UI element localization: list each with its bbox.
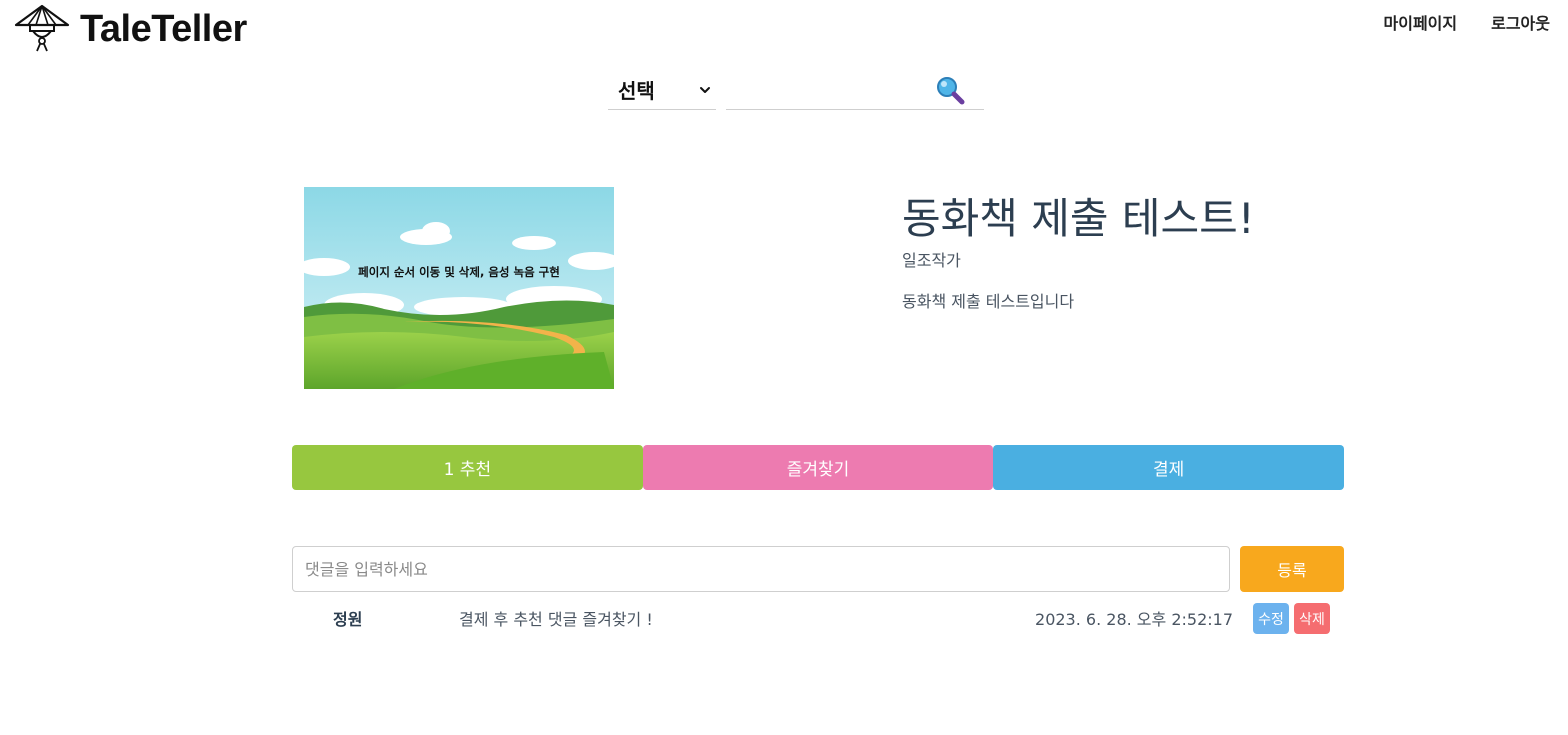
comment-date: 2023. 6. 28. 오후 2:52:17 <box>1035 610 1233 629</box>
comment-input[interactable] <box>292 546 1230 592</box>
comment-item: 정원 결제 후 추천 댓글 즐겨찾기 ! 2023. 6. 28. 오후 2:5… <box>292 601 1344 635</box>
top-nav: 마이페이지 로그아웃 <box>1384 10 1551 34</box>
cover-caption: 페이지 순서 이동 및 삭제, 음성 녹음 구현 <box>358 265 560 279</box>
book-title: 동화책 제출 테스트! <box>902 194 1255 243</box>
comment-form: 등록 <box>292 546 1344 592</box>
storyteller-hat-logo-icon <box>14 4 70 52</box>
comment-submit-button[interactable]: 등록 <box>1240 546 1344 592</box>
logo[interactable]: TaleTeller <box>12 2 247 56</box>
chevron-down-icon <box>700 86 710 93</box>
magnifier-search-icon[interactable] <box>934 74 966 106</box>
search-category-label: 선택 <box>618 79 655 103</box>
comment-edit-button[interactable]: 수정 <box>1253 603 1289 634</box>
comment-text: 결제 후 추천 댓글 즐겨찾기 ! <box>459 610 653 629</box>
favorite-button[interactable]: 즐겨찾기 <box>642 445 994 490</box>
mypage-link[interactable]: 마이페이지 <box>1384 10 1458 34</box>
search-category-select[interactable]: 선택 <box>608 70 716 110</box>
search-box <box>726 70 984 110</box>
search-input[interactable] <box>726 71 934 108</box>
like-button[interactable]: 1 추천 <box>292 445 643 490</box>
pay-button[interactable]: 결제 <box>993 445 1345 490</box>
logout-link[interactable]: 로그아웃 <box>1491 10 1550 34</box>
comment-author: 정원 <box>333 610 363 629</box>
book-author: 일조작가 <box>902 251 961 270</box>
landscape-illustration <box>304 187 614 389</box>
search-bar: 선택 <box>608 70 984 110</box>
comment-delete-button[interactable]: 삭제 <box>1294 603 1330 634</box>
book-cover-image: 페이지 순서 이동 및 삭제, 음성 녹음 구현 <box>304 187 614 389</box>
book-description: 동화책 제출 테스트입니다 <box>902 292 1075 311</box>
logo-text: TaleTeller <box>80 7 247 50</box>
book-actions: 1 추천 즐겨찾기 결제 <box>292 445 1345 490</box>
